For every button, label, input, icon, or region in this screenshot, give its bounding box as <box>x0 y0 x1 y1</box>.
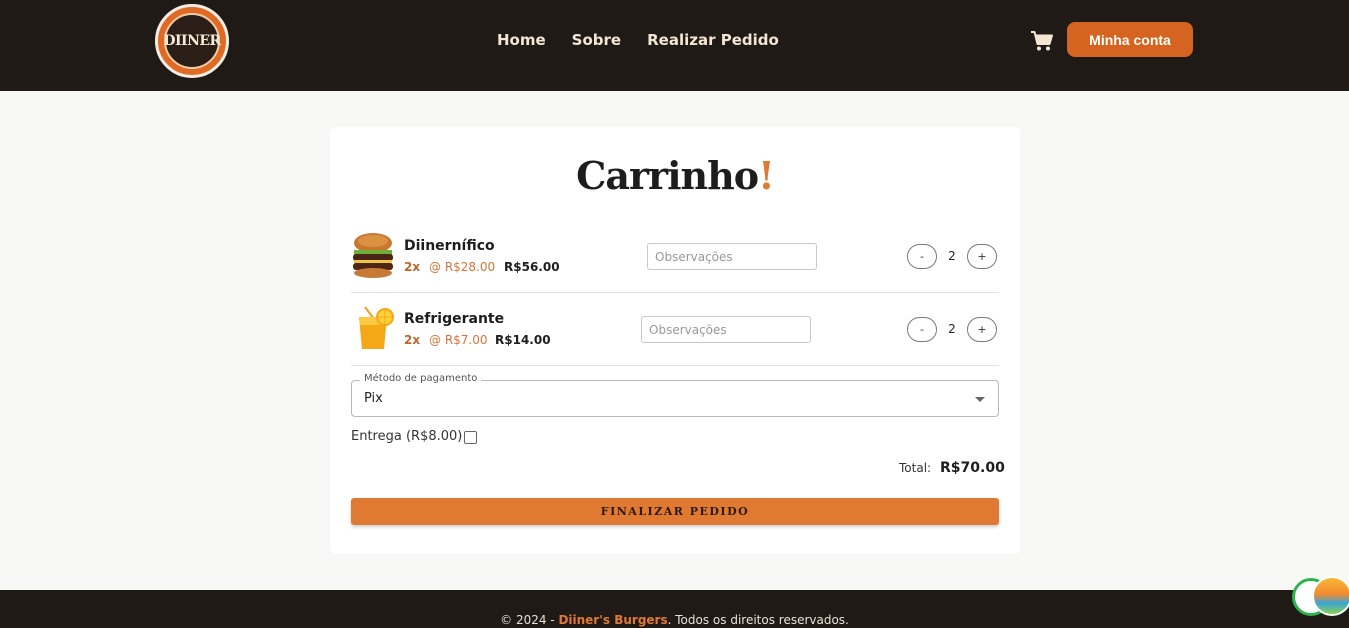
decrease-qty-button[interactable]: - <box>907 317 937 342</box>
cart-icon[interactable] <box>1030 30 1054 52</box>
payment-method-value: Pix <box>364 391 383 406</box>
item-unit-price: @ R$28.00 <box>429 260 496 274</box>
page-title: Carrinho! <box>576 153 775 198</box>
observations-input[interactable] <box>647 243 817 270</box>
beach-icon[interactable] <box>1312 576 1349 616</box>
cart-item: Refrigerante 2x @ R$7.00 R$14.00 - 2 + <box>351 293 999 366</box>
dropdown-caret-icon <box>975 397 985 402</box>
site-footer: © 2024 - Diiner's Burgers. Todos os dire… <box>0 590 1349 628</box>
soda-image <box>359 306 394 349</box>
site-header: DIINER Home Sobre Realizar Pedido Minha … <box>0 0 1349 91</box>
increase-qty-button[interactable]: + <box>967 317 997 342</box>
copyright-text: © 2024 - Diiner's Burgers. Todos os dire… <box>500 613 849 627</box>
item-quantity: 2 <box>948 249 956 263</box>
cart-card: Carrinho! Diinernífico 2x @ R$28.00 R$56… <box>330 127 1020 554</box>
total-value: R$70.00 <box>940 460 1005 476</box>
payment-method-label: Método de pagamento <box>360 373 482 384</box>
item-line-total: R$14.00 <box>495 333 551 347</box>
item-quantity: 2 <box>948 322 956 336</box>
item-name: Diinernífico <box>404 238 495 254</box>
delivery-checkbox[interactable] <box>464 431 477 444</box>
main-nav: Home Sobre Realizar Pedido <box>497 31 779 49</box>
payment-method-select[interactable]: Método de pagamento Pix <box>351 373 999 417</box>
item-qty-label: 2x <box>404 260 421 274</box>
delivery-label: Entrega (R$8.00) <box>351 429 463 444</box>
footer-brand-link[interactable]: Diiner's Burgers <box>558 613 667 627</box>
logo-text: DIINER <box>163 33 221 49</box>
total-label: Total: <box>899 461 932 475</box>
observations-input[interactable] <box>641 316 811 343</box>
nav-realizar-pedido[interactable]: Realizar Pedido <box>647 31 779 49</box>
item-qty-label: 2x <box>404 333 421 347</box>
item-line-total: R$56.00 <box>504 260 560 274</box>
decrease-qty-button[interactable]: - <box>907 244 937 269</box>
diiner-logo[interactable]: DIINER <box>155 4 229 78</box>
burger-image <box>353 233 393 278</box>
cart-item: Diinernífico 2x @ R$28.00 R$56.00 - 2 + <box>351 220 999 293</box>
finish-order-button[interactable]: FINALIZAR PEDIDO <box>351 498 999 525</box>
account-button[interactable]: Minha conta <box>1067 22 1193 57</box>
nav-home[interactable]: Home <box>497 31 546 49</box>
item-unit-price: @ R$7.00 <box>429 333 488 347</box>
nav-sobre[interactable]: Sobre <box>572 31 621 49</box>
item-name: Refrigerante <box>404 311 505 327</box>
increase-qty-button[interactable]: + <box>967 244 997 269</box>
